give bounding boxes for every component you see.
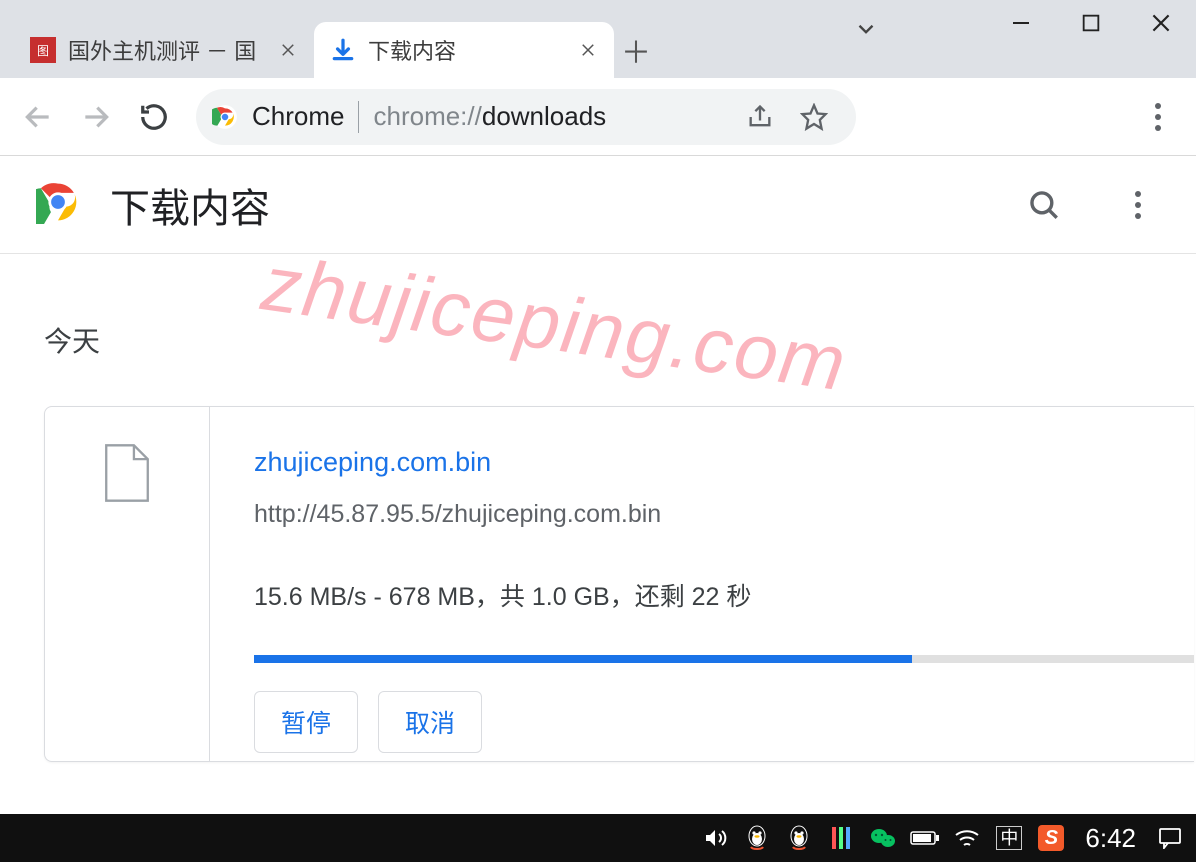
url-path: downloads bbox=[482, 101, 606, 131]
file-icon bbox=[103, 443, 151, 503]
download-progressbar bbox=[254, 655, 1194, 663]
battery-icon[interactable] bbox=[909, 822, 941, 854]
nav-back-button[interactable] bbox=[12, 91, 64, 143]
tab-title: 国外主机测评 － 国 bbox=[68, 34, 264, 66]
chrome-logo-icon bbox=[36, 180, 80, 229]
browser-menu-button[interactable] bbox=[1132, 91, 1184, 143]
reload-button[interactable] bbox=[128, 91, 180, 143]
window-maximize-button[interactable] bbox=[1056, 0, 1126, 46]
share-icon[interactable] bbox=[734, 91, 786, 143]
download-card: zhujiceping.com.bin http://45.87.95.5/zh… bbox=[44, 406, 1194, 762]
qq-icon[interactable] bbox=[783, 822, 815, 854]
window-close-button[interactable] bbox=[1126, 0, 1196, 46]
browser-titlebar: 图 国外主机测评 － 国 下载内容 ＋ bbox=[0, 0, 1196, 78]
volume-icon[interactable] bbox=[699, 822, 731, 854]
address-bar-text: Chrome chrome://downloads bbox=[252, 101, 720, 133]
tab-close-button[interactable] bbox=[276, 38, 300, 62]
download-file-icon-column bbox=[45, 407, 210, 761]
tab-close-button[interactable] bbox=[576, 38, 600, 62]
new-tab-button[interactable]: ＋ bbox=[614, 22, 658, 78]
site-favicon: 图 bbox=[30, 37, 56, 63]
action-center-icon[interactable] bbox=[1154, 822, 1186, 854]
page-menu-button[interactable] bbox=[1116, 183, 1160, 227]
address-bar[interactable]: Chrome chrome://downloads bbox=[196, 89, 856, 145]
sogou-ime-icon[interactable]: S bbox=[1035, 822, 1067, 854]
windows-taskbar: 中 S 6:42 bbox=[0, 814, 1196, 862]
section-today-label: 今天 bbox=[44, 320, 1196, 360]
chrome-icon bbox=[212, 104, 238, 130]
browser-toolbar: Chrome chrome://downloads bbox=[0, 78, 1196, 156]
tray-app-icon[interactable] bbox=[825, 822, 857, 854]
search-icon[interactable] bbox=[1022, 183, 1066, 227]
ime-indicator[interactable]: 中 bbox=[993, 822, 1025, 854]
omnibox-label: Chrome bbox=[252, 101, 344, 132]
qq-icon[interactable] bbox=[741, 822, 773, 854]
wechat-icon[interactable] bbox=[867, 822, 899, 854]
page-title: 下载内容 bbox=[110, 176, 992, 234]
downloads-header: 下载内容 bbox=[0, 156, 1196, 254]
window-minimize-button[interactable] bbox=[986, 0, 1056, 46]
tab-inactive[interactable]: 图 国外主机测评 － 国 bbox=[14, 22, 314, 78]
download-status: 15.6 MB/s - 678 MB，共 1.0 GB，还剩 22 秒 bbox=[254, 577, 1194, 613]
pause-button[interactable]: 暂停 bbox=[254, 691, 358, 753]
cancel-button[interactable]: 取消 bbox=[378, 691, 482, 753]
profile-chevron-button[interactable] bbox=[846, 14, 886, 44]
download-icon bbox=[330, 37, 356, 63]
taskbar-clock[interactable]: 6:42 bbox=[1085, 823, 1136, 854]
bookmark-star-icon[interactable] bbox=[788, 91, 840, 143]
download-url: http://45.87.95.5/zhujiceping.com.bin bbox=[254, 500, 1194, 529]
downloads-content: 今天 zhujiceping.com.bin http://45.87.95.5… bbox=[0, 254, 1196, 814]
nav-forward-button[interactable] bbox=[70, 91, 122, 143]
tab-active-downloads[interactable]: 下载内容 bbox=[314, 22, 614, 78]
download-filename[interactable]: zhujiceping.com.bin bbox=[254, 447, 1194, 478]
wifi-icon[interactable] bbox=[951, 822, 983, 854]
url-scheme: chrome:// bbox=[373, 101, 481, 131]
tab-title: 下载内容 bbox=[368, 34, 564, 66]
